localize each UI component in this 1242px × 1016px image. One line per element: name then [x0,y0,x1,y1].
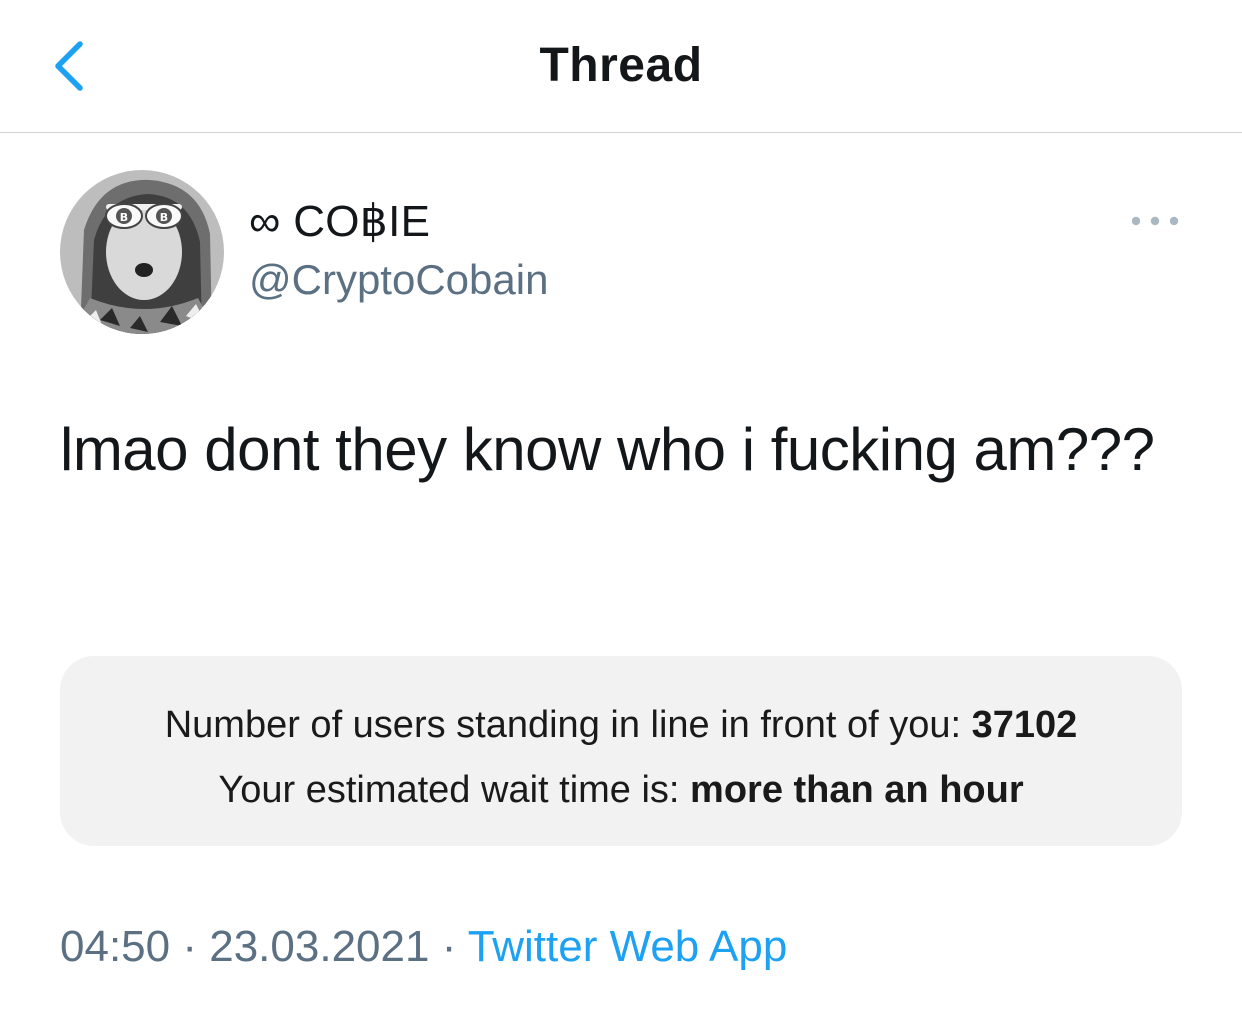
author-handle[interactable]: @CryptoCobain [249,256,548,304]
tweet-text: lmao dont they know who i fucking am??? [60,416,1155,483]
top-bar: Thread [0,0,1242,133]
tweet-metadata: 04:50 · 23.03.2021 · Twitter Web App [60,922,787,972]
wait-time-label: Your estimated wait time is: [218,769,691,811]
wait-time-line: Your estimated wait time is: more than a… [60,769,1182,812]
avatar[interactable]: B B [60,170,224,334]
svg-text:B: B [120,211,128,224]
queue-count-value: 37102 [971,704,1078,746]
queue-count-line: Number of users standing in line in fron… [60,704,1182,747]
tweet-date: 23.03.2021 [209,922,430,971]
more-options-button[interactable] [1128,204,1182,238]
separator: · [441,922,457,971]
tweet-image[interactable]: Number of users standing in line in fron… [60,656,1182,846]
queue-count-label: Number of users standing in line in fron… [164,704,972,746]
page-title: Thread [539,39,703,92]
separator: · [182,922,197,971]
tweet-source-link[interactable]: Twitter Web App [468,922,788,971]
svg-text:B: B [160,211,168,224]
wait-time-value: more than an hour [690,769,1024,811]
author-display-name[interactable]: ∞ CO฿IE [249,196,430,247]
more-horizontal-icon [1131,216,1179,226]
tweet-time: 04:50 [60,922,171,971]
